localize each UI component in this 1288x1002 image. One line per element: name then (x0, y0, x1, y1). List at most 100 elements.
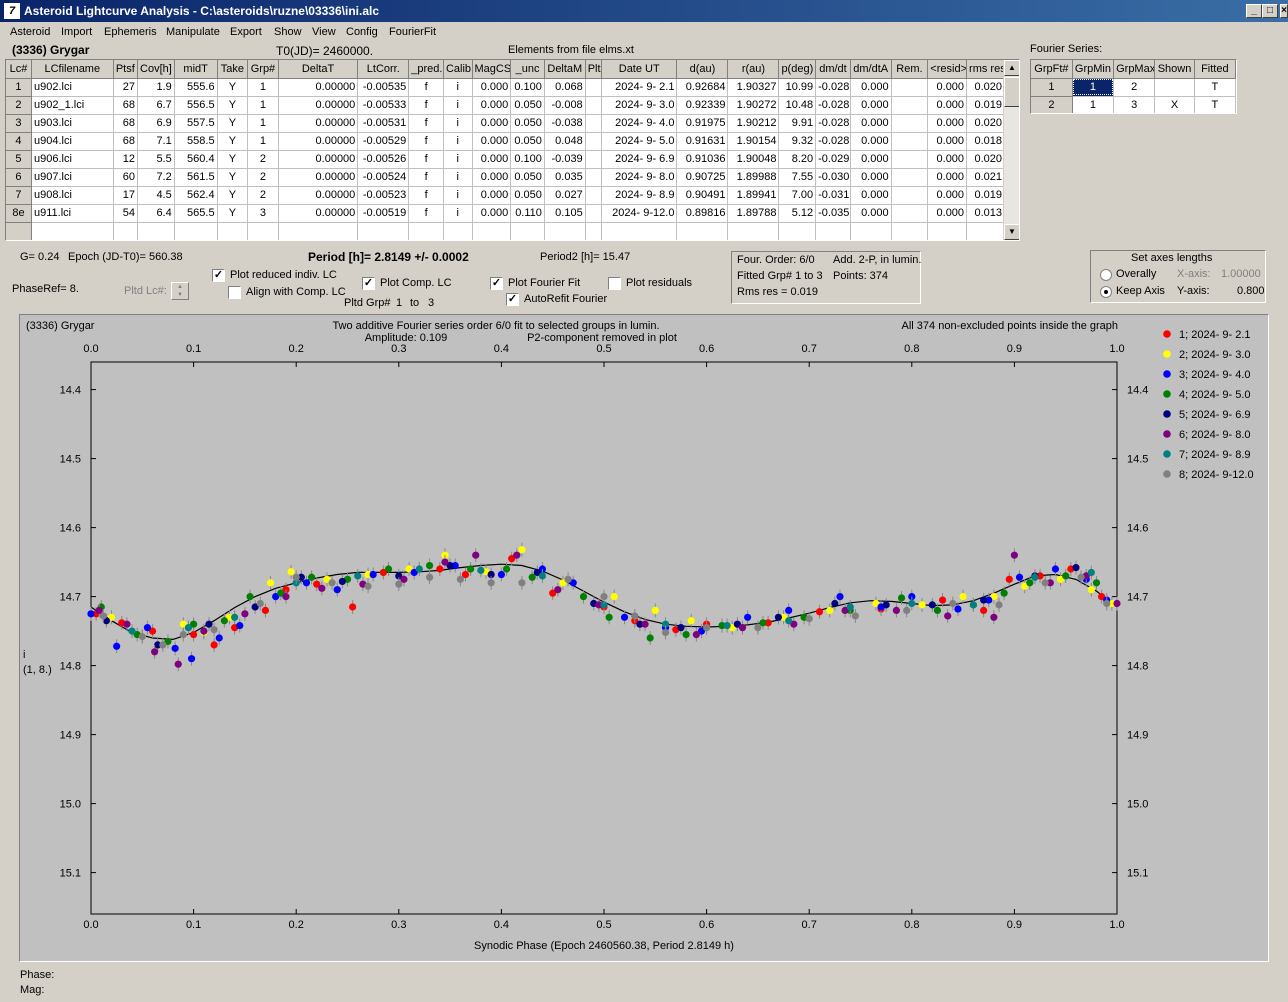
table-cell[interactable]: Y (217, 186, 249, 205)
table-cell[interactable]: i (443, 78, 473, 97)
scroll-thumb[interactable] (1004, 77, 1019, 107)
scroll-down-icon[interactable]: ▼ (1004, 224, 1019, 240)
fourier-cell[interactable]: X (1154, 96, 1195, 113)
table-cell[interactable]: 1 (247, 114, 279, 133)
table-cell[interactable]: 0.000 (850, 114, 892, 133)
scroll-up-icon[interactable]: ▲ (1004, 60, 1019, 76)
table-cell[interactable]: u911.lci (31, 204, 114, 223)
table-cell[interactable]: 0.050 (510, 132, 545, 151)
table-cell[interactable] (585, 168, 603, 187)
spin-down-icon[interactable]: ▼ (172, 291, 188, 299)
table-cell[interactable]: -0.00531 (357, 114, 410, 133)
table-cell[interactable]: 1.9 (137, 78, 175, 97)
table-cell[interactable]: -0.038 (544, 114, 586, 133)
table-cell[interactable]: 1.89988 (727, 168, 780, 187)
table-cell[interactable]: 0.050 (510, 114, 545, 133)
table-cell[interactable]: -0.00519 (357, 204, 410, 223)
table-cell[interactable]: f (408, 114, 444, 133)
column-header[interactable]: Date UT (601, 60, 678, 79)
table-row[interactable]: 5 u906.lci 12 5.5 560.4 Y 2 0.00000 -0.00526 f i 0.… (6, 150, 1005, 169)
column-header[interactable]: _pred. (408, 60, 444, 79)
table-cell[interactable]: 0.068 (544, 78, 586, 97)
table-cell[interactable] (891, 186, 929, 205)
table-cell[interactable]: 557.5 (174, 114, 218, 133)
table-cell[interactable]: -0.028 (815, 96, 851, 115)
fourier-column-header[interactable]: Fitted (1194, 60, 1236, 79)
row-header[interactable]: 7 (6, 186, 32, 205)
table-cell[interactable]: 0.000 (927, 78, 968, 97)
table-scrollbar[interactable]: ▲ ▼ (1003, 60, 1019, 240)
table-cell[interactable]: -0.00524 (357, 168, 410, 187)
menu-manipulate[interactable]: Manipulate (166, 26, 220, 38)
column-header[interactable]: Rem. (891, 60, 929, 79)
table-cell[interactable]: 27 (113, 78, 139, 97)
table-cell[interactable]: 0.020 (966, 150, 1005, 169)
table-cell[interactable]: 0.013 (966, 204, 1005, 223)
menu-show[interactable]: Show (274, 26, 302, 38)
table-cell[interactable]: 556.5 (174, 96, 218, 115)
table-cell[interactable]: -0.00529 (357, 132, 410, 151)
table-cell[interactable]: -0.035 (815, 204, 851, 223)
table-cell[interactable]: 1 (247, 78, 279, 97)
table-cell[interactable]: 2024- 9- 8.9 (601, 186, 678, 205)
table-cell[interactable]: 1.89788 (727, 204, 780, 223)
table-cell[interactable]: 0.000 (927, 186, 968, 205)
table-cell[interactable]: 0.000 (472, 132, 512, 151)
table-cell[interactable]: 1.90327 (727, 78, 780, 97)
table-cell[interactable]: 0.110 (510, 204, 545, 223)
table-cell[interactable]: 0.105 (544, 204, 586, 223)
table-cell[interactable]: i (443, 114, 473, 133)
table-row[interactable]: 2 u902_1.lci 68 6.7 556.5 Y 1 0.00000 -0.00533 f i… (6, 96, 1005, 115)
fourier-cell[interactable] (1154, 78, 1195, 97)
column-header[interactable]: Calib. (443, 60, 473, 79)
pltd-lc-spinner[interactable]: ▲ ▼ (171, 282, 189, 300)
column-header[interactable]: midT (174, 60, 218, 79)
table-cell[interactable]: u906.lci (31, 150, 114, 169)
table-cell[interactable]: 68 (113, 132, 139, 151)
table-cell[interactable]: i (443, 132, 473, 151)
column-header[interactable]: _unc (510, 60, 545, 79)
table-cell[interactable]: f (408, 186, 444, 205)
table-cell[interactable]: u907.lci (31, 168, 114, 187)
table-cell[interactable]: f (408, 96, 444, 115)
table-cell[interactable] (585, 114, 603, 133)
table-cell[interactable]: 0.000 (927, 114, 968, 133)
column-header[interactable]: Ptsf (113, 60, 139, 79)
table-cell[interactable]: 7.55 (778, 168, 817, 187)
table-cell[interactable]: 0.035 (544, 168, 586, 187)
table-cell[interactable]: 7.00 (778, 186, 817, 205)
table-cell[interactable]: 0.00000 (278, 204, 359, 223)
row-header[interactable]: 5 (6, 150, 32, 169)
table-cell[interactable]: 0.000 (927, 132, 968, 151)
autorefit-checkbox[interactable]: ✓ (506, 293, 519, 306)
table-cell[interactable]: -0.039 (544, 150, 586, 169)
table-cell[interactable]: 5.5 (137, 150, 175, 169)
table-cell[interactable]: 1 (247, 132, 279, 151)
table-cell[interactable]: 3 (247, 204, 279, 223)
plot-residuals-checkbox[interactable] (608, 277, 621, 290)
column-header[interactable]: Lc# (6, 60, 32, 79)
table-row[interactable]: 8e u911.lci 54 6.4 565.5 Y 3 0.00000 -0.00519 f i 0… (6, 204, 1005, 223)
xaxis-value[interactable]: 1.00000 (1221, 268, 1261, 280)
row-header[interactable]: 3 (6, 114, 32, 133)
table-cell[interactable]: 0.000 (850, 168, 892, 187)
table-cell[interactable]: 1.90154 (727, 132, 780, 151)
fourier-column-header[interactable]: GrpMin (1072, 60, 1115, 79)
column-header[interactable]: rms res (966, 60, 1005, 79)
table-cell[interactable]: 8.20 (778, 150, 817, 169)
keep-axis-radio[interactable] (1100, 286, 1112, 298)
table-cell[interactable]: 0.91975 (676, 114, 729, 133)
table-cell[interactable]: f (408, 78, 444, 97)
table-cell[interactable]: Y (217, 78, 249, 97)
table-cell[interactable]: 17 (113, 186, 139, 205)
table-cell[interactable]: u902.lci (31, 78, 114, 97)
table-cell[interactable] (891, 150, 929, 169)
menu-view[interactable]: View (312, 26, 336, 38)
table-cell[interactable]: 6.4 (137, 204, 175, 223)
minimize-button[interactable]: _ (1246, 4, 1262, 18)
table-cell[interactable]: 10.99 (778, 78, 817, 97)
column-header[interactable]: DeltaM (544, 60, 586, 79)
column-header[interactable]: <resid> (927, 60, 968, 79)
column-header[interactable]: dm/dtA (850, 60, 892, 79)
table-cell[interactable]: 1.90048 (727, 150, 780, 169)
